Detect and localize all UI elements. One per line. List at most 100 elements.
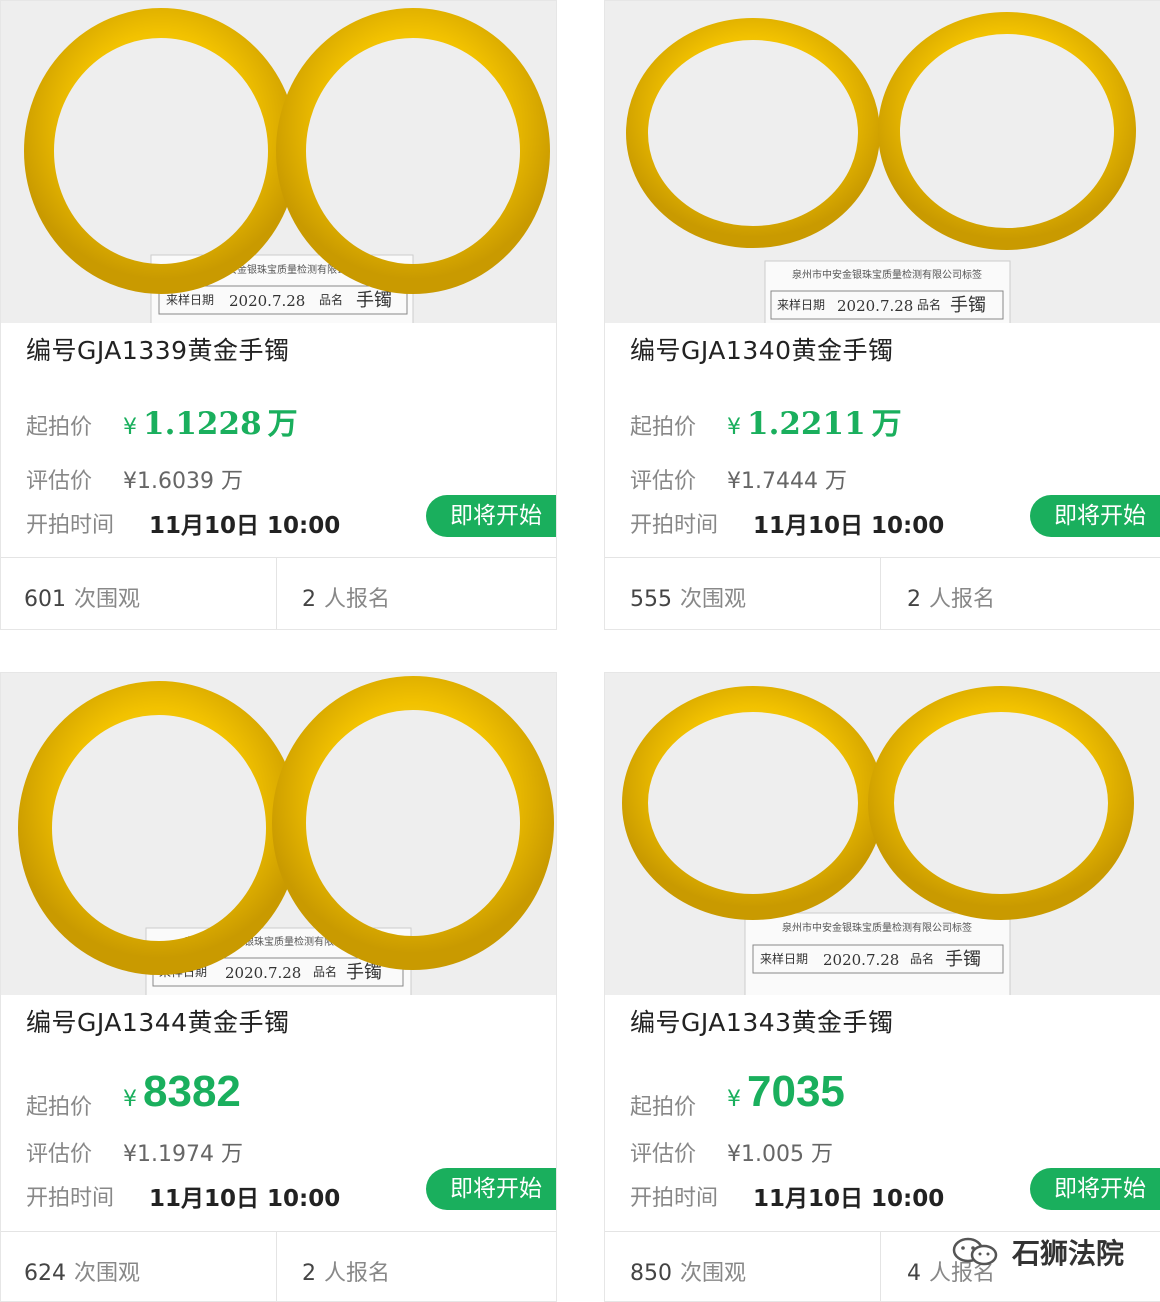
divider <box>1 557 556 558</box>
label-header-text: 泉州市中安金银珠宝质量检测有限公司标签 <box>792 268 982 281</box>
views-count: 555 次围观 <box>630 581 746 613</box>
lot-title[interactable]: 编号GJA1344黄金手镯 <box>26 1003 290 1039</box>
eval-price-value: ¥1.7444 万 <box>727 469 847 494</box>
status-badge: 即将开始 <box>1030 1168 1160 1210</box>
start-price-value: ¥8382 <box>123 1067 247 1117</box>
views-number: 601 <box>24 587 66 612</box>
views-count: 601 次围观 <box>24 581 140 613</box>
label-date-value: 2020.7.28 <box>823 951 899 969</box>
currency-symbol: ¥ <box>727 1087 741 1112</box>
start-time-label: 开拍时间 <box>26 1186 115 1211</box>
views-label: 次围观 <box>74 1261 141 1286</box>
eval-price-label: 评估价 <box>26 469 93 494</box>
status-badge: 即将开始 <box>426 495 556 537</box>
start-price-value: ¥1.2211 万 <box>727 399 902 443</box>
signups-label: 人报名 <box>324 1261 391 1286</box>
stat-divider <box>276 557 277 629</box>
eval-price-value: ¥1.005 万 <box>727 1142 833 1167</box>
start-price-label: 起拍价 <box>630 415 697 440</box>
start-time-value: 11月10日 10:00 <box>149 513 341 539</box>
label-name-field: 品名 <box>917 297 941 312</box>
start-time-value: 11月10日 10:00 <box>753 1186 945 1212</box>
signups-number: 2 <box>907 587 921 612</box>
label-name-field: 品名 <box>910 951 934 966</box>
auction-card[interactable]: 泉州市中安金银珠宝质量检测有限公司标签 来样日期 2020.7.28 品名 手镯… <box>604 0 1160 630</box>
stat-divider <box>880 557 881 629</box>
label-name-field: 品名 <box>313 964 337 979</box>
signups-label: 人报名 <box>324 587 391 612</box>
views-number: 850 <box>630 1261 672 1286</box>
start-price-number: 1.1228 <box>143 406 262 442</box>
start-time-value: 11月10日 10:00 <box>753 513 945 539</box>
lot-title[interactable]: 编号GJA1340黄金手镯 <box>630 331 894 367</box>
lot-title[interactable]: 编号GJA1339黄金手镯 <box>26 331 290 367</box>
start-time-label: 开拍时间 <box>26 513 115 538</box>
eval-price-value: ¥1.1974 万 <box>123 1142 243 1167</box>
label-name-value: 手镯 <box>945 949 981 970</box>
status-badge: 即将开始 <box>1030 495 1160 537</box>
start-time-label: 开拍时间 <box>630 513 719 538</box>
label-name-value: 手镯 <box>950 295 986 316</box>
wechat-icon <box>952 1237 998 1266</box>
currency-symbol: ¥ <box>727 415 741 440</box>
divider <box>605 557 1160 558</box>
bangle-photo-image: 泉州市中安金银珠宝质量检测有限公司标签 来样日期 2020.7.28 品名 手镯 <box>605 673 1160 995</box>
auction-card[interactable]: 泉州市中安金银珠宝质量检测有限公司标签 来样日期 2020.7.28 品名 手镯… <box>604 672 1160 1302</box>
start-time-label: 开拍时间 <box>630 1186 719 1211</box>
start-time-value: 11月10日 10:00 <box>149 1186 341 1212</box>
label-date-field: 来样日期 <box>760 951 808 966</box>
start-price-unit: 万 <box>871 407 902 442</box>
start-price-number: 7035 <box>747 1067 845 1116</box>
signups-count: 2 人报名 <box>907 581 995 613</box>
views-count: 850 次围观 <box>630 1255 746 1287</box>
bangle-photo-image: 泉州市中安金银珠宝质量检测有限公司标签 来样日期 2020.7.28 品名 手镯 <box>605 1 1160 323</box>
views-number: 624 <box>24 1261 66 1286</box>
product-photo[interactable]: 泉州市中安金银珠宝质量检测有限公司标签 来样日期 2020.7.28 品名 手镯 <box>605 673 1160 995</box>
start-price-value: ¥7035 <box>727 1067 851 1117</box>
label-date-field: 来样日期 <box>777 297 825 312</box>
signups-number: 2 <box>302 1261 316 1286</box>
product-photo[interactable]: 泉州市中安金银珠宝质量检测有限公司标签 来样日期 2020.7.28 品名 手镯 <box>1 1 556 323</box>
signups-label: 人报名 <box>929 587 996 612</box>
views-label: 次围观 <box>74 587 141 612</box>
views-count: 624 次围观 <box>24 1255 140 1287</box>
eval-price-label: 评估价 <box>630 1142 697 1167</box>
status-badge: 即将开始 <box>426 1168 556 1210</box>
label-header-text: 泉州市中安金银珠宝质量检测有限公司标签 <box>782 921 972 934</box>
start-price-unit: 万 <box>267 407 298 442</box>
start-price-number: 1.2211 <box>747 406 866 442</box>
stat-divider <box>276 1231 277 1301</box>
views-number: 555 <box>630 587 672 612</box>
start-price-label: 起拍价 <box>26 1095 93 1120</box>
currency-symbol: ¥ <box>123 415 137 440</box>
signups-count: 2 人报名 <box>302 1255 390 1287</box>
views-label: 次围观 <box>680 1261 747 1286</box>
label-name-value: 手镯 <box>356 290 392 311</box>
watermark: 石狮法院 <box>948 1232 1124 1272</box>
label-date-value: 2020.7.28 <box>837 297 913 315</box>
watermark-text: 石狮法院 <box>1012 1237 1125 1270</box>
eval-price-label: 评估价 <box>630 469 697 494</box>
start-price-number: 8382 <box>143 1067 241 1116</box>
label-date-field: 来样日期 <box>166 292 214 307</box>
signups-count: 2 人报名 <box>302 581 390 613</box>
bangle-photo-image: 泉州市中安金银珠宝质量检测有限公司标签 来样日期 2020.7.28 品名 手镯 <box>1 673 556 995</box>
eval-price-label: 评估价 <box>26 1142 93 1167</box>
views-label: 次围观 <box>680 587 747 612</box>
auction-card[interactable]: 泉州市中安金银珠宝质量检测有限公司标签 来样日期 2020.7.28 品名 手镯… <box>0 0 557 630</box>
eval-price-value: ¥1.6039 万 <box>123 469 243 494</box>
product-photo[interactable]: 泉州市中安金银珠宝质量检测有限公司标签 来样日期 2020.7.28 品名 手镯 <box>605 1 1160 323</box>
signups-number: 2 <box>302 587 316 612</box>
product-photo[interactable]: 泉州市中安金银珠宝质量检测有限公司标签 来样日期 2020.7.28 品名 手镯 <box>1 673 556 995</box>
label-date-value: 2020.7.28 <box>225 964 301 982</box>
start-price-label: 起拍价 <box>630 1095 697 1120</box>
label-date-value: 2020.7.28 <box>229 292 305 310</box>
lot-title[interactable]: 编号GJA1343黄金手镯 <box>630 1003 894 1039</box>
signups-number: 4 <box>907 1261 921 1286</box>
bangle-photo-image: 泉州市中安金银珠宝质量检测有限公司标签 来样日期 2020.7.28 品名 手镯 <box>1 1 556 323</box>
label-name-value: 手镯 <box>346 962 382 983</box>
currency-symbol: ¥ <box>123 1087 137 1112</box>
auction-card[interactable]: 泉州市中安金银珠宝质量检测有限公司标签 来样日期 2020.7.28 品名 手镯… <box>0 672 557 1302</box>
start-price-value: ¥1.1228 万 <box>123 399 298 443</box>
start-price-label: 起拍价 <box>26 415 93 440</box>
